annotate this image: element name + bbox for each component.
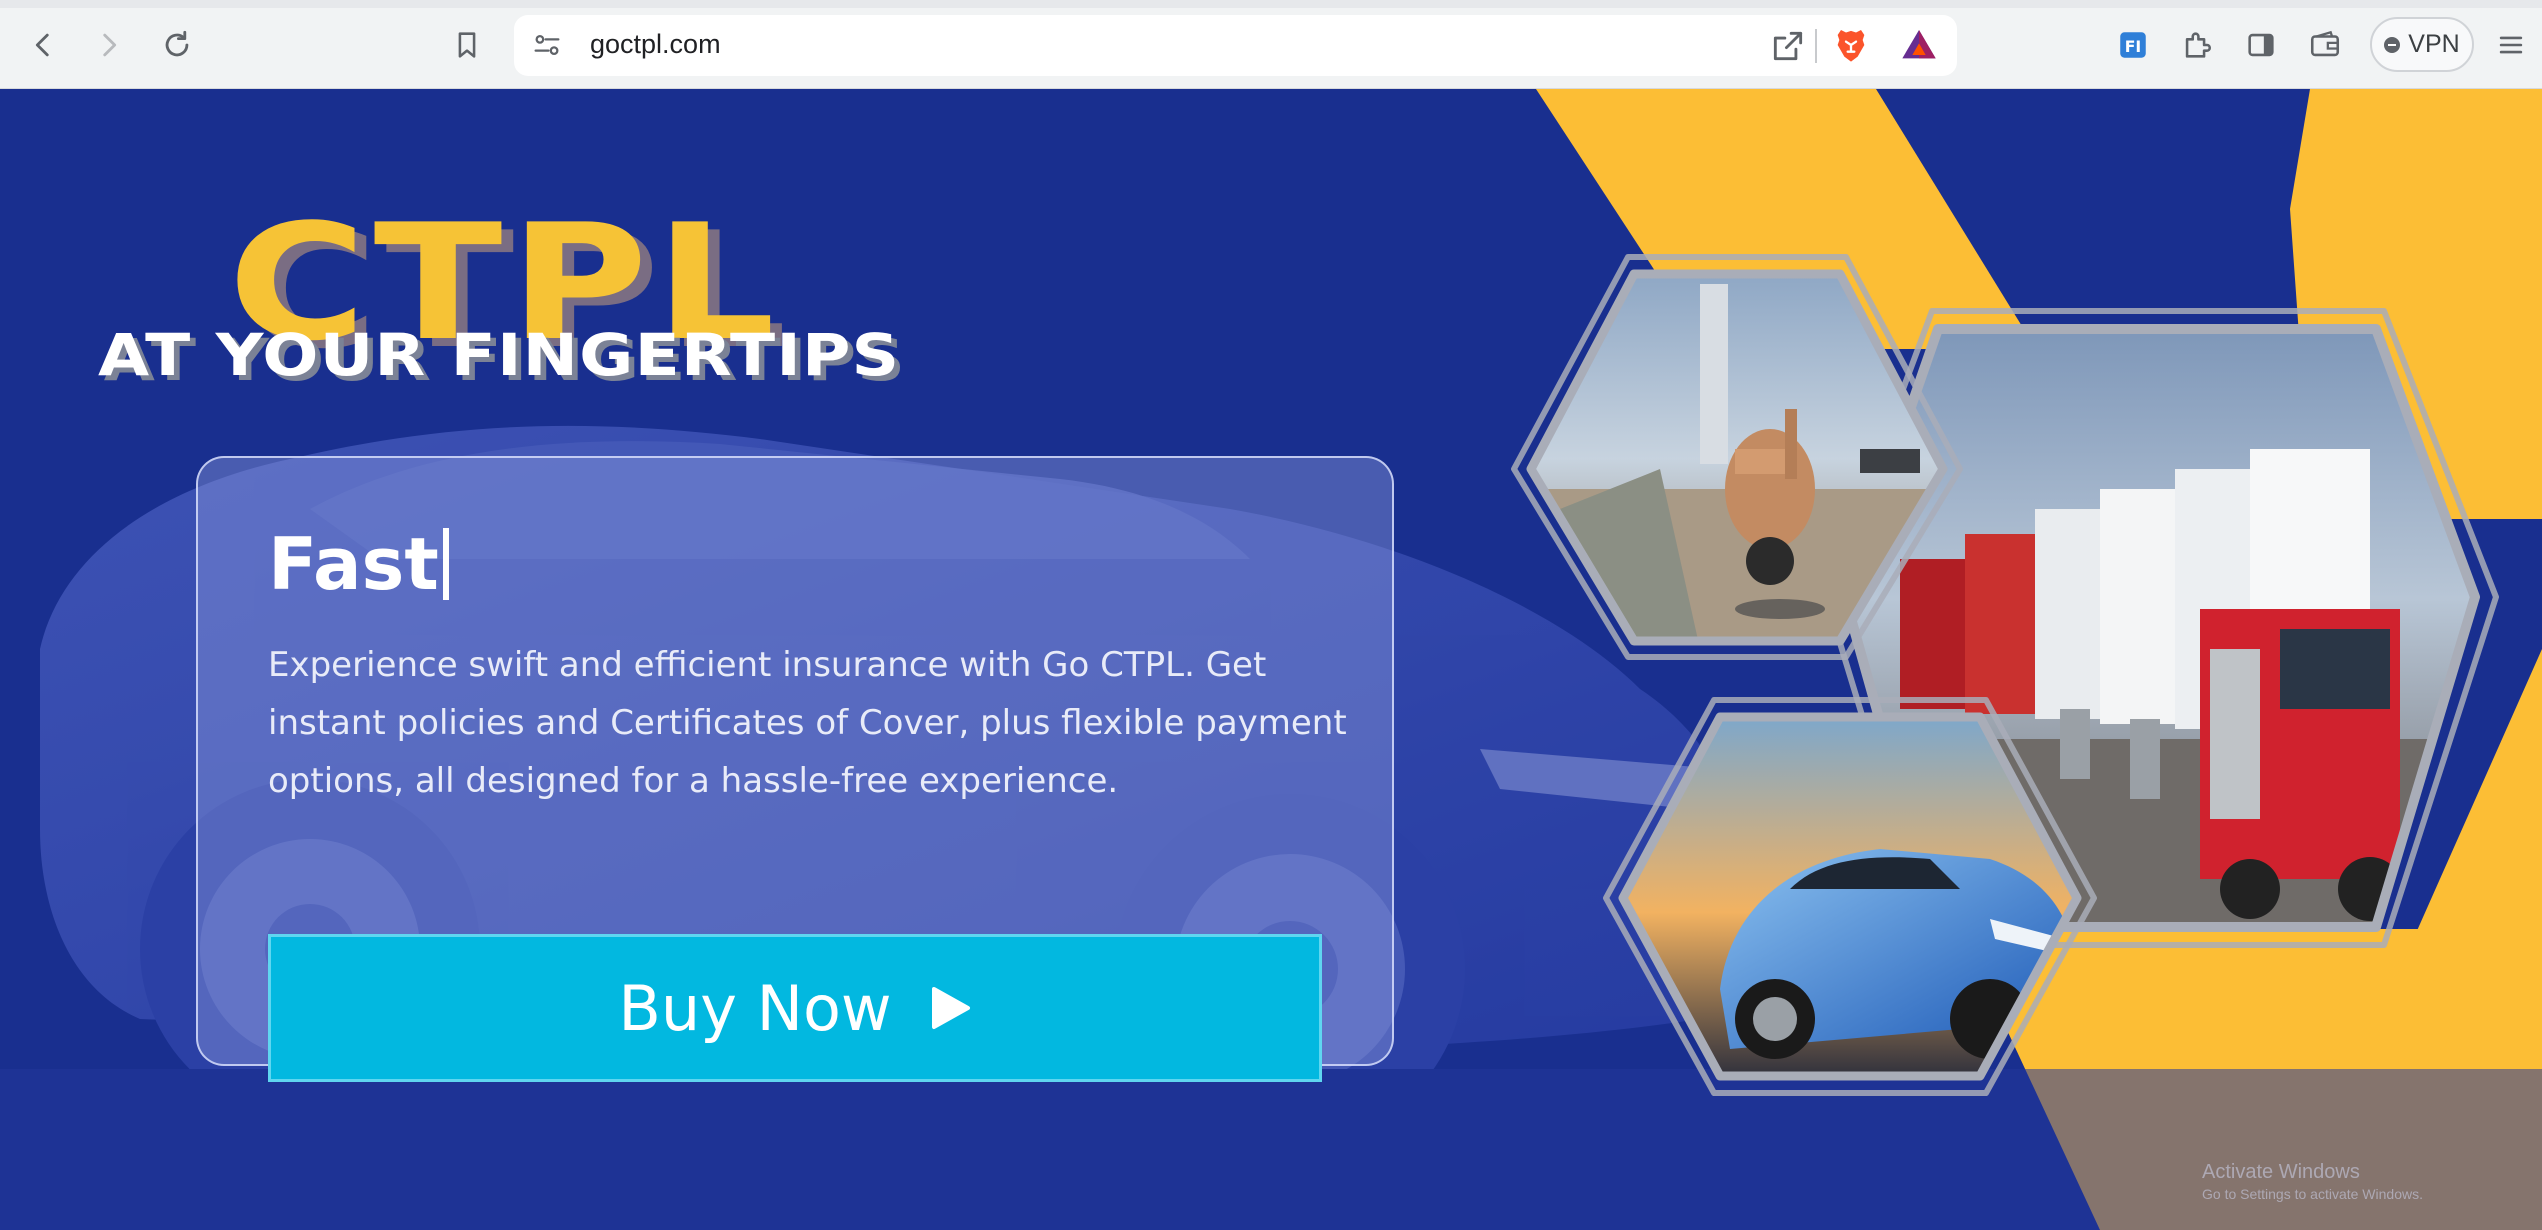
extension-fi-icon: FI <box>2120 32 2146 58</box>
bookmark-button[interactable] <box>448 26 486 64</box>
hexagon-photo-collage <box>1511 254 2499 1096</box>
watermark-subtitle: Go to Settings to activate Windows. <box>2202 1186 2423 1202</box>
vpn-label: VPN <box>2408 30 2460 58</box>
reload-icon <box>165 30 189 57</box>
address-bar-divider <box>1815 29 1817 63</box>
windows-activation-watermark: Activate Windows Go to Settings to activ… <box>2202 1161 2423 1202</box>
brave-rewards-icon[interactable] <box>1899 25 1939 65</box>
bookmark-icon <box>458 32 476 58</box>
reload-button[interactable] <box>158 26 196 64</box>
wallet-icon <box>2310 30 2340 57</box>
extensions-button[interactable] <box>2178 26 2216 64</box>
brave-shields-icon[interactable] <box>1831 25 1871 65</box>
sidebar-icon <box>2248 33 2274 57</box>
main-menu-button[interactable] <box>2492 26 2530 64</box>
wallet-button[interactable] <box>2306 26 2344 64</box>
address-bar[interactable]: goctpl.com <box>514 15 1957 76</box>
hero-section: CTPL AT YOUR FINGERTIPS Fast Experience … <box>0 89 2542 1230</box>
url-text[interactable]: goctpl.com <box>590 29 721 60</box>
svg-text:FI: FI <box>2125 38 2141 56</box>
puzzle-icon <box>2185 32 2211 58</box>
back-arrow-icon <box>35 33 49 57</box>
vpn-status-icon <box>2384 36 2401 53</box>
browser-toolbar: goctpl.com FI VPN <box>0 0 2542 89</box>
extension-fi-button[interactable]: FI <box>2114 26 2152 64</box>
sidebar-button[interactable] <box>2242 26 2280 64</box>
watermark-title: Activate Windows <box>2202 1161 2360 1183</box>
site-settings-icon[interactable] <box>530 28 564 62</box>
share-icon[interactable] <box>1769 27 1807 65</box>
hamburger-menu-icon <box>2499 36 2523 54</box>
vpn-button[interactable]: VPN <box>2370 17 2474 72</box>
tab-strip <box>0 0 2542 8</box>
back-button[interactable] <box>24 26 62 64</box>
forward-button[interactable] <box>90 26 128 64</box>
forward-arrow-icon <box>103 33 117 57</box>
